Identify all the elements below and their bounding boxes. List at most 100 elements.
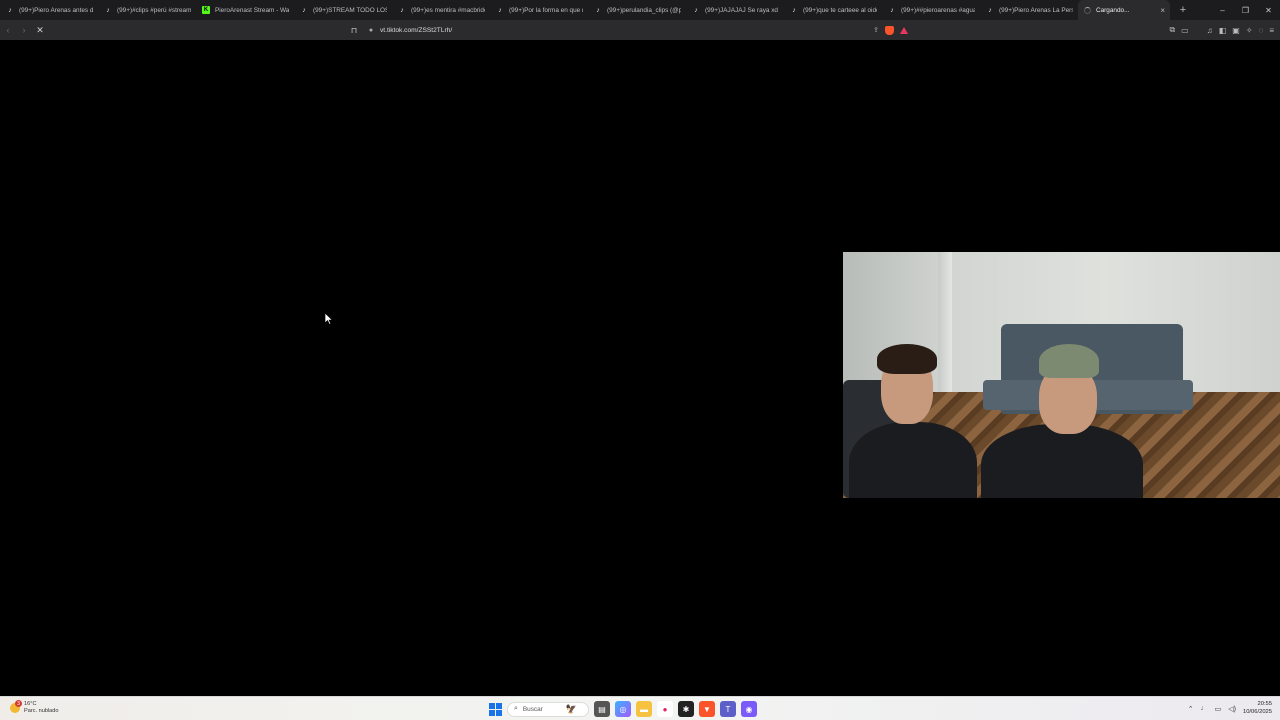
brave-shields-icon[interactable] bbox=[885, 25, 894, 35]
extensions-icon[interactable]: ⧉ bbox=[1169, 25, 1175, 35]
weather-text: 16°C Parc. nublado bbox=[24, 701, 59, 715]
tab-title: (99+)JAJAJAJ Se raya xd # bbox=[705, 6, 779, 14]
webcam-video bbox=[843, 252, 1280, 498]
reader-mode-icon[interactable]: ▭ bbox=[1181, 26, 1189, 35]
tab-list: ♪ (99+)Piero Arenas antes de ♪ (99+)#clips… bbox=[0, 0, 1170, 20]
page-content bbox=[0, 40, 1280, 696]
clock-time: 20:55 bbox=[1257, 701, 1272, 707]
tiktok-icon: ♪ bbox=[988, 6, 992, 14]
weather-widget[interactable]: 3 16°C Parc. nublado bbox=[10, 700, 59, 715]
person-right-body bbox=[981, 424, 1143, 498]
tab-title: Cargando... bbox=[1096, 6, 1130, 14]
site-info-icon[interactable]: ● bbox=[364, 27, 378, 34]
close-window-button[interactable]: ✕ bbox=[1257, 0, 1280, 20]
file-explorer-icon[interactable]: ▬ bbox=[636, 701, 652, 717]
app-icon-red[interactable]: ● bbox=[657, 701, 673, 717]
copilot-icon[interactable]: ◎ bbox=[615, 701, 631, 717]
wallet-icon[interactable]: ▣ bbox=[1232, 26, 1240, 35]
kick-icon: K bbox=[202, 6, 210, 14]
cam-wall-edge bbox=[938, 252, 952, 412]
vpn-icon[interactable]: ◌ bbox=[1259, 26, 1264, 35]
task-view-icon[interactable]: ▤ bbox=[594, 701, 610, 717]
tiktok-icon: ♪ bbox=[890, 6, 894, 14]
clock[interactable]: 20:55 10/06/2025 bbox=[1243, 701, 1272, 716]
tab[interactable]: ♪ (99+)#clips #perú #stream bbox=[98, 0, 196, 20]
tab-title: (99+)perulandia_clips (@pe bbox=[607, 6, 681, 14]
minimize-button[interactable]: – bbox=[1211, 0, 1234, 20]
restore-button[interactable]: ❐ bbox=[1234, 0, 1257, 20]
taskbar-search[interactable]: ⌕ Buscar 🦅 bbox=[507, 701, 589, 717]
app-icon-dark[interactable]: ✱ bbox=[678, 701, 694, 717]
tab[interactable]: ♪ (99+)JAJAJAJ Se raya xd # bbox=[686, 0, 784, 20]
tab-title: (99+)que te carteee al oido bbox=[803, 6, 877, 14]
address-bar[interactable]: ⊓ ● vt.tiktok.com/ZSSt2TLrh/ ⇪ bbox=[348, 23, 908, 37]
weather-icon: 3 bbox=[10, 700, 22, 713]
app-icon-purple[interactable]: ◉ bbox=[741, 701, 757, 717]
volume-icon[interactable]: ◁) bbox=[1228, 705, 1236, 713]
new-tab-button[interactable]: + bbox=[1174, 0, 1192, 20]
close-tab-button[interactable]: × bbox=[1160, 6, 1165, 15]
tab-title: (99+)Piero Arenas La Pers bbox=[999, 6, 1073, 14]
tiktok-icon: ♪ bbox=[694, 6, 698, 14]
browser-toolbar: ‹ › ✕ ⊓ ● vt.tiktok.com/ZSSt2TLrh/ ⇪ ⧉ ▭… bbox=[0, 20, 1280, 40]
tiktok-icon: ♪ bbox=[302, 6, 306, 14]
stop-loading-button[interactable]: ✕ bbox=[32, 20, 48, 40]
tab[interactable]: ♪ (99+)Por la forma en que n bbox=[490, 0, 588, 20]
tab[interactable]: K PieroArenast Stream - Wat bbox=[196, 0, 294, 20]
person-right-cap bbox=[1039, 344, 1099, 378]
sidebar-icon[interactable]: ◧ bbox=[1219, 26, 1227, 35]
tab-title: (99+)#clips #perú #stream bbox=[117, 6, 191, 14]
chevron-up-icon[interactable]: ⌃ bbox=[1188, 705, 1194, 713]
system-tray: ⌃ ♩ ▭ ◁) 20:55 10/06/2025 bbox=[1188, 701, 1272, 716]
media-icon[interactable]: ♫ bbox=[1207, 26, 1213, 35]
tab-title: (99+)STREAM TODO LOS D bbox=[313, 6, 387, 14]
weather-temp: 16°C bbox=[24, 701, 37, 707]
teams-icon[interactable]: T bbox=[720, 701, 736, 717]
search-placeholder: Buscar bbox=[522, 705, 543, 713]
search-highlight-icon: 🦅 bbox=[565, 703, 578, 714]
windows-taskbar: 3 16°C Parc. nublado ⌕ Buscar 🦅 ▤ ◎ ▬ ● … bbox=[0, 696, 1280, 720]
notification-badge: 3 bbox=[15, 700, 22, 707]
tiktok-icon: ♪ bbox=[498, 6, 502, 14]
leo-ai-icon[interactable]: ✧ bbox=[1246, 26, 1253, 35]
tiktok-icon: ♪ bbox=[596, 6, 600, 14]
taskbar-apps: ⌕ Buscar 🦅 ▤ ◎ ▬ ● ✱ ▼ T ◉ bbox=[489, 700, 757, 718]
share-icon[interactable]: ⇪ bbox=[873, 26, 879, 34]
tiktok-icon: ♪ bbox=[400, 6, 404, 14]
brave-browser-icon[interactable]: ▼ bbox=[699, 701, 715, 717]
forward-button[interactable]: › bbox=[16, 20, 32, 40]
tab[interactable]: ♪ (99+)##pieroarenas #agua bbox=[882, 0, 980, 20]
menu-icon[interactable]: ≡ bbox=[1269, 26, 1274, 35]
tab-title: (99+)##pieroarenas #agua bbox=[901, 6, 975, 14]
tab[interactable]: ♪ (99+)STREAM TODO LOS D bbox=[294, 0, 392, 20]
tiktok-icon: ♪ bbox=[792, 6, 796, 14]
tiktok-icon: ♪ bbox=[8, 6, 12, 14]
tab-title: (99+)Por la forma en que n bbox=[509, 6, 583, 14]
tab[interactable]: ♪ (99+)Piero Arenas La Pers bbox=[980, 0, 1078, 20]
bookmark-icon[interactable]: ⊓ bbox=[348, 26, 360, 35]
tab[interactable]: ♪ (99+)perulandia_clips (@pe bbox=[588, 0, 686, 20]
tab-title: PieroArenast Stream - Wat bbox=[215, 6, 289, 14]
weather-desc: Parc. nublado bbox=[24, 708, 59, 714]
tab-title: (99+)es mentira #macbride bbox=[411, 6, 485, 14]
tab-title: (99+)Piero Arenas antes de bbox=[19, 6, 93, 14]
window-controls: – ❐ ✕ bbox=[1211, 0, 1280, 20]
person-left-body bbox=[849, 422, 977, 498]
loading-spinner-icon bbox=[1084, 6, 1091, 14]
tab[interactable]: ♪ (99+)es mentira #macbride bbox=[392, 0, 490, 20]
search-icon: ⌕ bbox=[514, 705, 518, 712]
microphone-icon[interactable]: ♩ bbox=[1201, 705, 1208, 712]
tiktok-icon: ♪ bbox=[106, 6, 110, 14]
person-left-hair bbox=[877, 344, 937, 374]
url-text[interactable]: vt.tiktok.com/ZSSt2TLrh/ bbox=[380, 27, 452, 34]
tab[interactable]: ♪ (99+)que te carteee al oido bbox=[784, 0, 882, 20]
tab[interactable]: ♪ (99+)Piero Arenas antes de bbox=[0, 0, 98, 20]
tab-active[interactable]: Cargando... × bbox=[1078, 0, 1170, 20]
network-icon[interactable]: ▭ bbox=[1215, 705, 1222, 713]
tab-strip: ♪ (99+)Piero Arenas antes de ♪ (99+)#clips… bbox=[0, 0, 1280, 20]
start-button-icon[interactable] bbox=[489, 702, 502, 716]
extension-toolbar: ⧉ ▭ ♫ ◧ ▣ ✧ ◌ ≡ bbox=[1169, 20, 1274, 40]
back-button[interactable]: ‹ bbox=[0, 20, 16, 40]
brave-rewards-icon[interactable] bbox=[900, 26, 908, 34]
clock-date: 10/06/2025 bbox=[1242, 708, 1272, 715]
